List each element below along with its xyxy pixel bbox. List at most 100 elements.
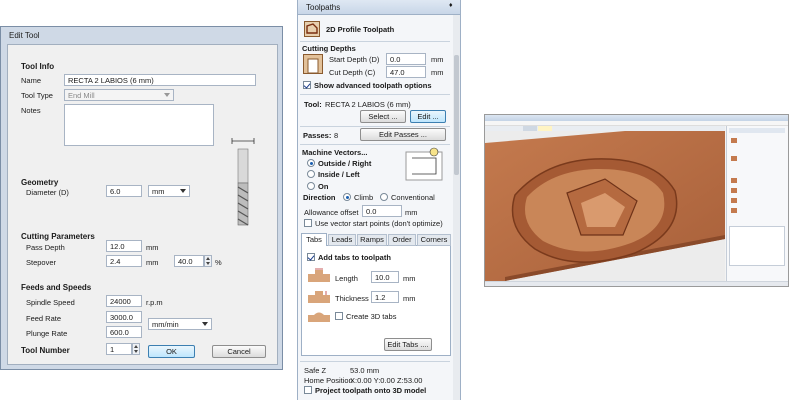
side-panel-list-box	[729, 226, 785, 266]
notes-textarea[interactable]	[64, 104, 214, 146]
inside-left-label: Inside / Left	[318, 170, 360, 179]
pass-depth-unit: mm	[146, 243, 159, 252]
end-mill-illustration-icon	[231, 138, 255, 226]
home-position-value: X:0.00 Y:0.00 Z:53.00	[350, 376, 423, 385]
advanced-options-checkbox[interactable]	[303, 81, 311, 89]
length-input[interactable]: 10.0	[371, 271, 399, 283]
separator	[300, 144, 450, 145]
chevron-down-icon	[202, 322, 208, 326]
passes-label: Passes:	[303, 131, 332, 140]
plunge-rate-label: Plunge Rate	[26, 329, 68, 338]
allowance-label: Allowance offset	[304, 208, 359, 217]
stepover-label: Stepover	[26, 258, 57, 267]
stepover-percent-unit: %	[215, 258, 222, 267]
dialog-title: Edit Tool	[9, 31, 40, 40]
plunge-rate-input[interactable]: 600.0	[106, 326, 142, 338]
length-label: Length	[335, 274, 358, 283]
edit-tabs-button[interactable]: Edit Tabs ....	[384, 338, 432, 351]
side-panel-header	[729, 128, 785, 133]
stepover-percent-stepper[interactable]	[204, 255, 212, 267]
inside-left-radio[interactable]	[307, 170, 315, 178]
climb-label: Climb	[354, 193, 374, 202]
depth-diagram-icon	[303, 54, 323, 74]
climb-radio[interactable]	[343, 193, 351, 201]
tab-3d-icon	[308, 312, 330, 322]
select-tool-button[interactable]: Select ...	[360, 110, 406, 123]
add-tabs-label: Add tabs to toolpath	[318, 253, 391, 262]
vector-direction-preview-icon	[405, 147, 443, 181]
scrollbar-thumb[interactable]	[454, 55, 459, 175]
vector-start-label: Use vector start points (don't optimize)	[315, 219, 443, 228]
name-input[interactable]: RECTA 2 LABIOS (6 mm)	[64, 74, 256, 86]
spindle-speed-input[interactable]: 24000	[106, 295, 142, 307]
create-3d-tabs-checkbox[interactable]	[335, 312, 343, 320]
add-tabs-checkbox[interactable]	[307, 253, 315, 261]
diameter-unit-value: mm	[152, 187, 165, 196]
feed-rate-input[interactable]: 3000.0	[106, 311, 142, 323]
tab-ramps[interactable]: Ramps	[357, 234, 387, 246]
tabs-page: Add tabs to toolpath Length 10.0 mm Thic…	[301, 246, 451, 356]
home-position-label: Home Position	[304, 376, 353, 385]
panel-title: Toolpaths	[306, 3, 341, 12]
feed-unit-select[interactable]: mm/min	[148, 318, 212, 330]
profile-toolpath-icon	[304, 21, 320, 37]
stepover-input[interactable]: 2.4	[106, 255, 142, 267]
tab-order[interactable]: Order	[388, 234, 416, 246]
separator	[300, 94, 450, 95]
thickness-unit: mm	[403, 294, 416, 303]
diameter-label: Diameter (D)	[26, 188, 69, 197]
vector-start-checkbox[interactable]	[304, 219, 312, 227]
tool-label: Tool:	[304, 100, 322, 109]
tab-corners[interactable]: Corners	[417, 234, 451, 246]
safe-z-label: Safe Z	[304, 366, 327, 375]
tab-tabs[interactable]: Tabs	[301, 233, 327, 247]
stepover-percent-input[interactable]: 40.0	[174, 255, 204, 267]
cancel-button[interactable]: Cancel	[212, 345, 266, 358]
length-unit: mm	[403, 274, 416, 283]
start-depth-input[interactable]: 0.0	[386, 53, 426, 65]
conventional-radio[interactable]	[380, 193, 388, 201]
allowance-input[interactable]: 0.0	[362, 205, 402, 217]
feeds-speeds-header: Feeds and Speeds	[21, 283, 92, 292]
allowance-unit: mm	[405, 208, 418, 217]
side-panel-icon-row	[731, 208, 737, 213]
ok-button[interactable]: OK	[148, 345, 195, 358]
dialog-body: Tool Info Name RECTA 2 LABIOS (6 mm) Too…	[7, 44, 278, 365]
passes-value: 8	[334, 131, 339, 140]
diameter-unit-select[interactable]: mm	[148, 185, 190, 197]
machine-vectors-header: Machine Vectors...	[302, 148, 368, 157]
tab-leads[interactable]: Leads	[328, 234, 356, 246]
diameter-input[interactable]: 6.0	[106, 185, 142, 197]
spindle-speed-unit: r.p.m	[146, 298, 163, 307]
project-toolpath-checkbox[interactable]	[304, 386, 312, 394]
thickness-input[interactable]: 1.2	[371, 291, 399, 303]
3d-carving-view	[485, 131, 725, 281]
outside-right-radio[interactable]	[307, 159, 315, 167]
cut-depth-input[interactable]: 47.0	[386, 66, 426, 78]
safe-z-value: 53.0 mm	[350, 366, 380, 375]
pin-icon[interactable]: ♦	[449, 2, 453, 9]
tool-type-select[interactable]: End Mill	[64, 89, 174, 101]
project-toolpath-label: Project toolpath onto 3D model	[315, 386, 427, 395]
side-panel-icon-row	[731, 156, 737, 161]
tab-thickness-icon	[308, 291, 330, 303]
cutting-parameters-header: Cutting Parameters	[21, 232, 95, 241]
scrollbar[interactable]	[453, 15, 460, 400]
edit-tool-button[interactable]: Edit ...	[410, 110, 446, 123]
separator	[300, 361, 450, 362]
edit-passes-button[interactable]: Edit Passes ...	[360, 128, 446, 141]
side-panel-icon-row	[731, 178, 737, 183]
on-radio[interactable]	[307, 182, 315, 190]
tool-number-stepper[interactable]	[132, 343, 140, 355]
cut-depth-label: Cut Depth (C)	[329, 68, 376, 77]
side-panel-icon-row	[731, 138, 737, 143]
advanced-options-label: Show advanced toolpath options	[314, 81, 432, 90]
geometry-header: Geometry	[21, 178, 59, 187]
name-label: Name	[21, 76, 42, 85]
on-label: On	[318, 182, 329, 191]
pass-depth-input[interactable]: 12.0	[106, 240, 142, 252]
toolpaths-side-panel	[726, 126, 788, 281]
feed-unit-value: mm/min	[152, 320, 179, 329]
tool-number-input[interactable]: 1	[106, 343, 132, 355]
profile-toolpath-title: 2D Profile Toolpath	[326, 25, 395, 34]
